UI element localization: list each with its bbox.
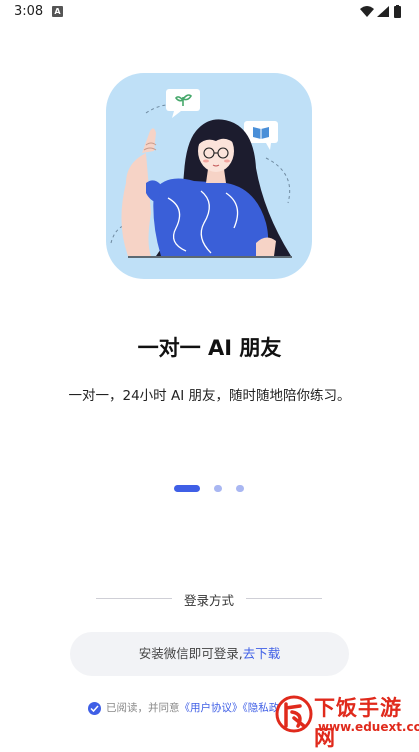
status-bar: 3:08 A bbox=[0, 0, 419, 24]
login-method-label: 登录方式 bbox=[183, 593, 234, 608]
page-dot bbox=[214, 485, 222, 492]
watermark-url: www.eduext.com bbox=[318, 720, 419, 734]
cellular-icon bbox=[377, 6, 389, 17]
wechat-login-text: 安装微信即可登录, bbox=[138, 646, 243, 661]
status-icons bbox=[360, 5, 401, 18]
download-wechat-link[interactable]: 去下载 bbox=[243, 646, 281, 661]
watermark-logo-icon bbox=[275, 695, 313, 733]
wifi-icon bbox=[360, 6, 374, 17]
wechat-login-button[interactable]: 安装微信即可登录,去下载 bbox=[70, 632, 349, 676]
onboarding-subtitle: 一对一，24小时 AI 朋友，随时随地陪你练习。 bbox=[68, 388, 351, 404]
page-dot bbox=[236, 485, 244, 492]
divider-line-right bbox=[246, 598, 322, 599]
agreement-row: 已阅读，并同意《用户协议》《隐私政策》 bbox=[88, 700, 300, 718]
battery-icon bbox=[394, 6, 401, 18]
user-agreement-link[interactable]: 《用户协议》 bbox=[180, 702, 243, 714]
page-dot-active bbox=[174, 485, 200, 492]
onboarding-title: 一对一 AI 朋友 bbox=[137, 336, 282, 360]
page-indicator bbox=[0, 485, 419, 495]
site-watermark: 下饭手游网 www.eduext.com bbox=[274, 688, 419, 750]
ai-friend-illustration bbox=[106, 73, 312, 279]
login-method-divider: 登录方式 bbox=[96, 589, 322, 609]
agreement-prefix: 已阅读，并同意 bbox=[106, 702, 180, 714]
agreement-checkbox[interactable] bbox=[88, 701, 101, 715]
status-time: 3:08 bbox=[14, 4, 44, 19]
checkmark-icon bbox=[90, 704, 99, 712]
notification-badge-icon: A bbox=[52, 6, 63, 17]
